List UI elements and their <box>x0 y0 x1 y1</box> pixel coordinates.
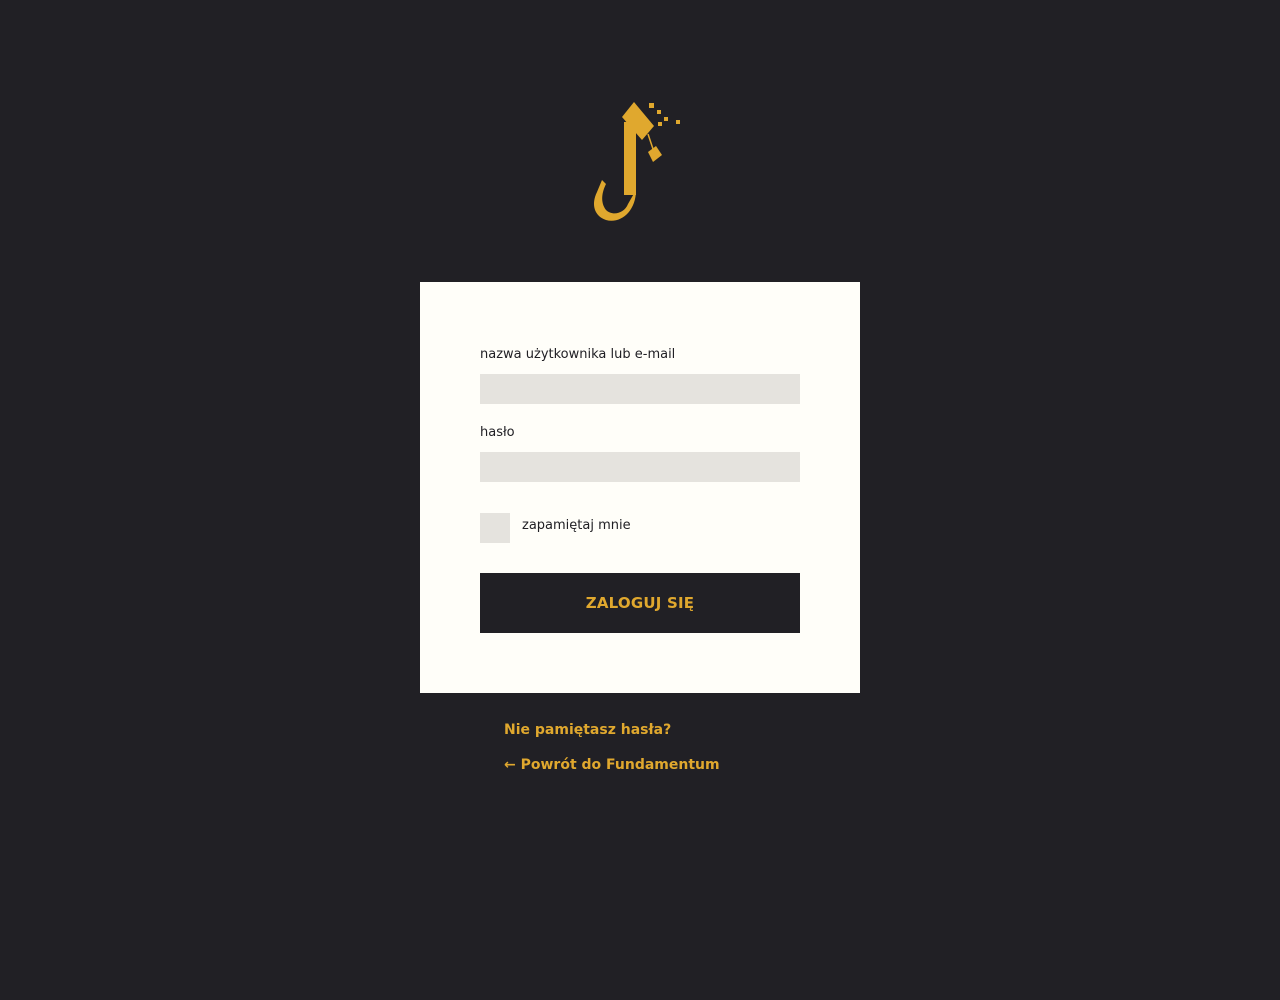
fundamentum-logo-icon <box>594 102 680 221</box>
password-input[interactable] <box>480 452 800 482</box>
username-label: nazwa użytkownika lub e-mail <box>480 347 676 362</box>
back-to-site-link[interactable]: ← Powrót do Fundamentum <box>504 756 720 774</box>
username-input[interactable] <box>480 374 800 404</box>
login-button[interactable]: ZALOGUJ SIĘ <box>480 573 800 633</box>
password-label: hasło <box>480 425 515 440</box>
lost-password-link[interactable]: Nie pamiętasz hasła? <box>504 721 671 739</box>
site-logo[interactable] <box>590 100 690 225</box>
remember-me-checkbox[interactable] <box>480 513 510 543</box>
remember-me-label[interactable]: zapamiętaj mnie <box>522 518 631 534</box>
login-card: nazwa użytkownika lub e-mail hasło zapam… <box>420 282 860 693</box>
